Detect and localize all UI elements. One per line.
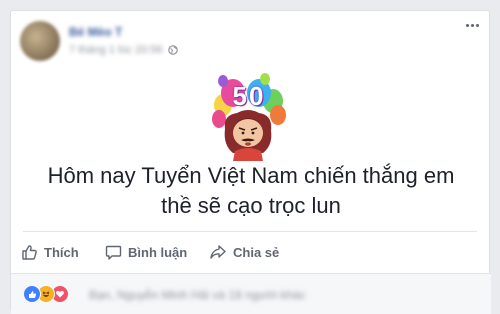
- globe-icon[interactable]: [167, 45, 178, 55]
- comment-label: Bình luận: [128, 244, 188, 260]
- post-timestamp[interactable]: 7 tháng 1 lúc 20:56: [69, 44, 163, 56]
- share-label: Chia sẻ: [233, 244, 280, 260]
- thumbs-up-icon: [21, 244, 38, 261]
- sticker-number: 50: [232, 81, 266, 111]
- post-message-line: thề sẽ cạo trọc lun: [161, 193, 341, 218]
- share-arrow-icon: [209, 244, 227, 261]
- divider: [23, 231, 477, 232]
- comment-button[interactable]: Bình luận: [105, 239, 187, 265]
- like-label: Thích: [44, 244, 79, 260]
- author-name[interactable]: Bé Mèo T: [69, 25, 122, 39]
- post-message: Hôm nay Tuyển Việt Nam chiến thắng em th…: [11, 161, 491, 221]
- post-card: Bé Mèo T 7 tháng 1 lúc 20:56 50 Hôm nay …: [10, 10, 491, 314]
- reactions-bar: Bạn, Nguyễn Minh Hải và 18 người khác: [11, 273, 491, 314]
- speech-bubble-icon: [105, 244, 122, 261]
- like-reaction-icon: [23, 285, 41, 303]
- like-button[interactable]: Thích: [21, 239, 79, 265]
- share-button[interactable]: Chia sẻ: [209, 239, 279, 265]
- celebration-sticker: 50: [207, 71, 289, 161]
- reaction-icons[interactable]: [23, 285, 69, 303]
- post-meta: 7 tháng 1 lúc 20:56: [69, 44, 178, 56]
- avatar[interactable]: [20, 21, 60, 61]
- post-message-line: Hôm nay Tuyển Việt Nam chiến thắng em: [47, 163, 455, 188]
- more-options-icon[interactable]: [466, 24, 479, 27]
- post-actions: Thích Bình luận Chia sẻ: [11, 239, 491, 265]
